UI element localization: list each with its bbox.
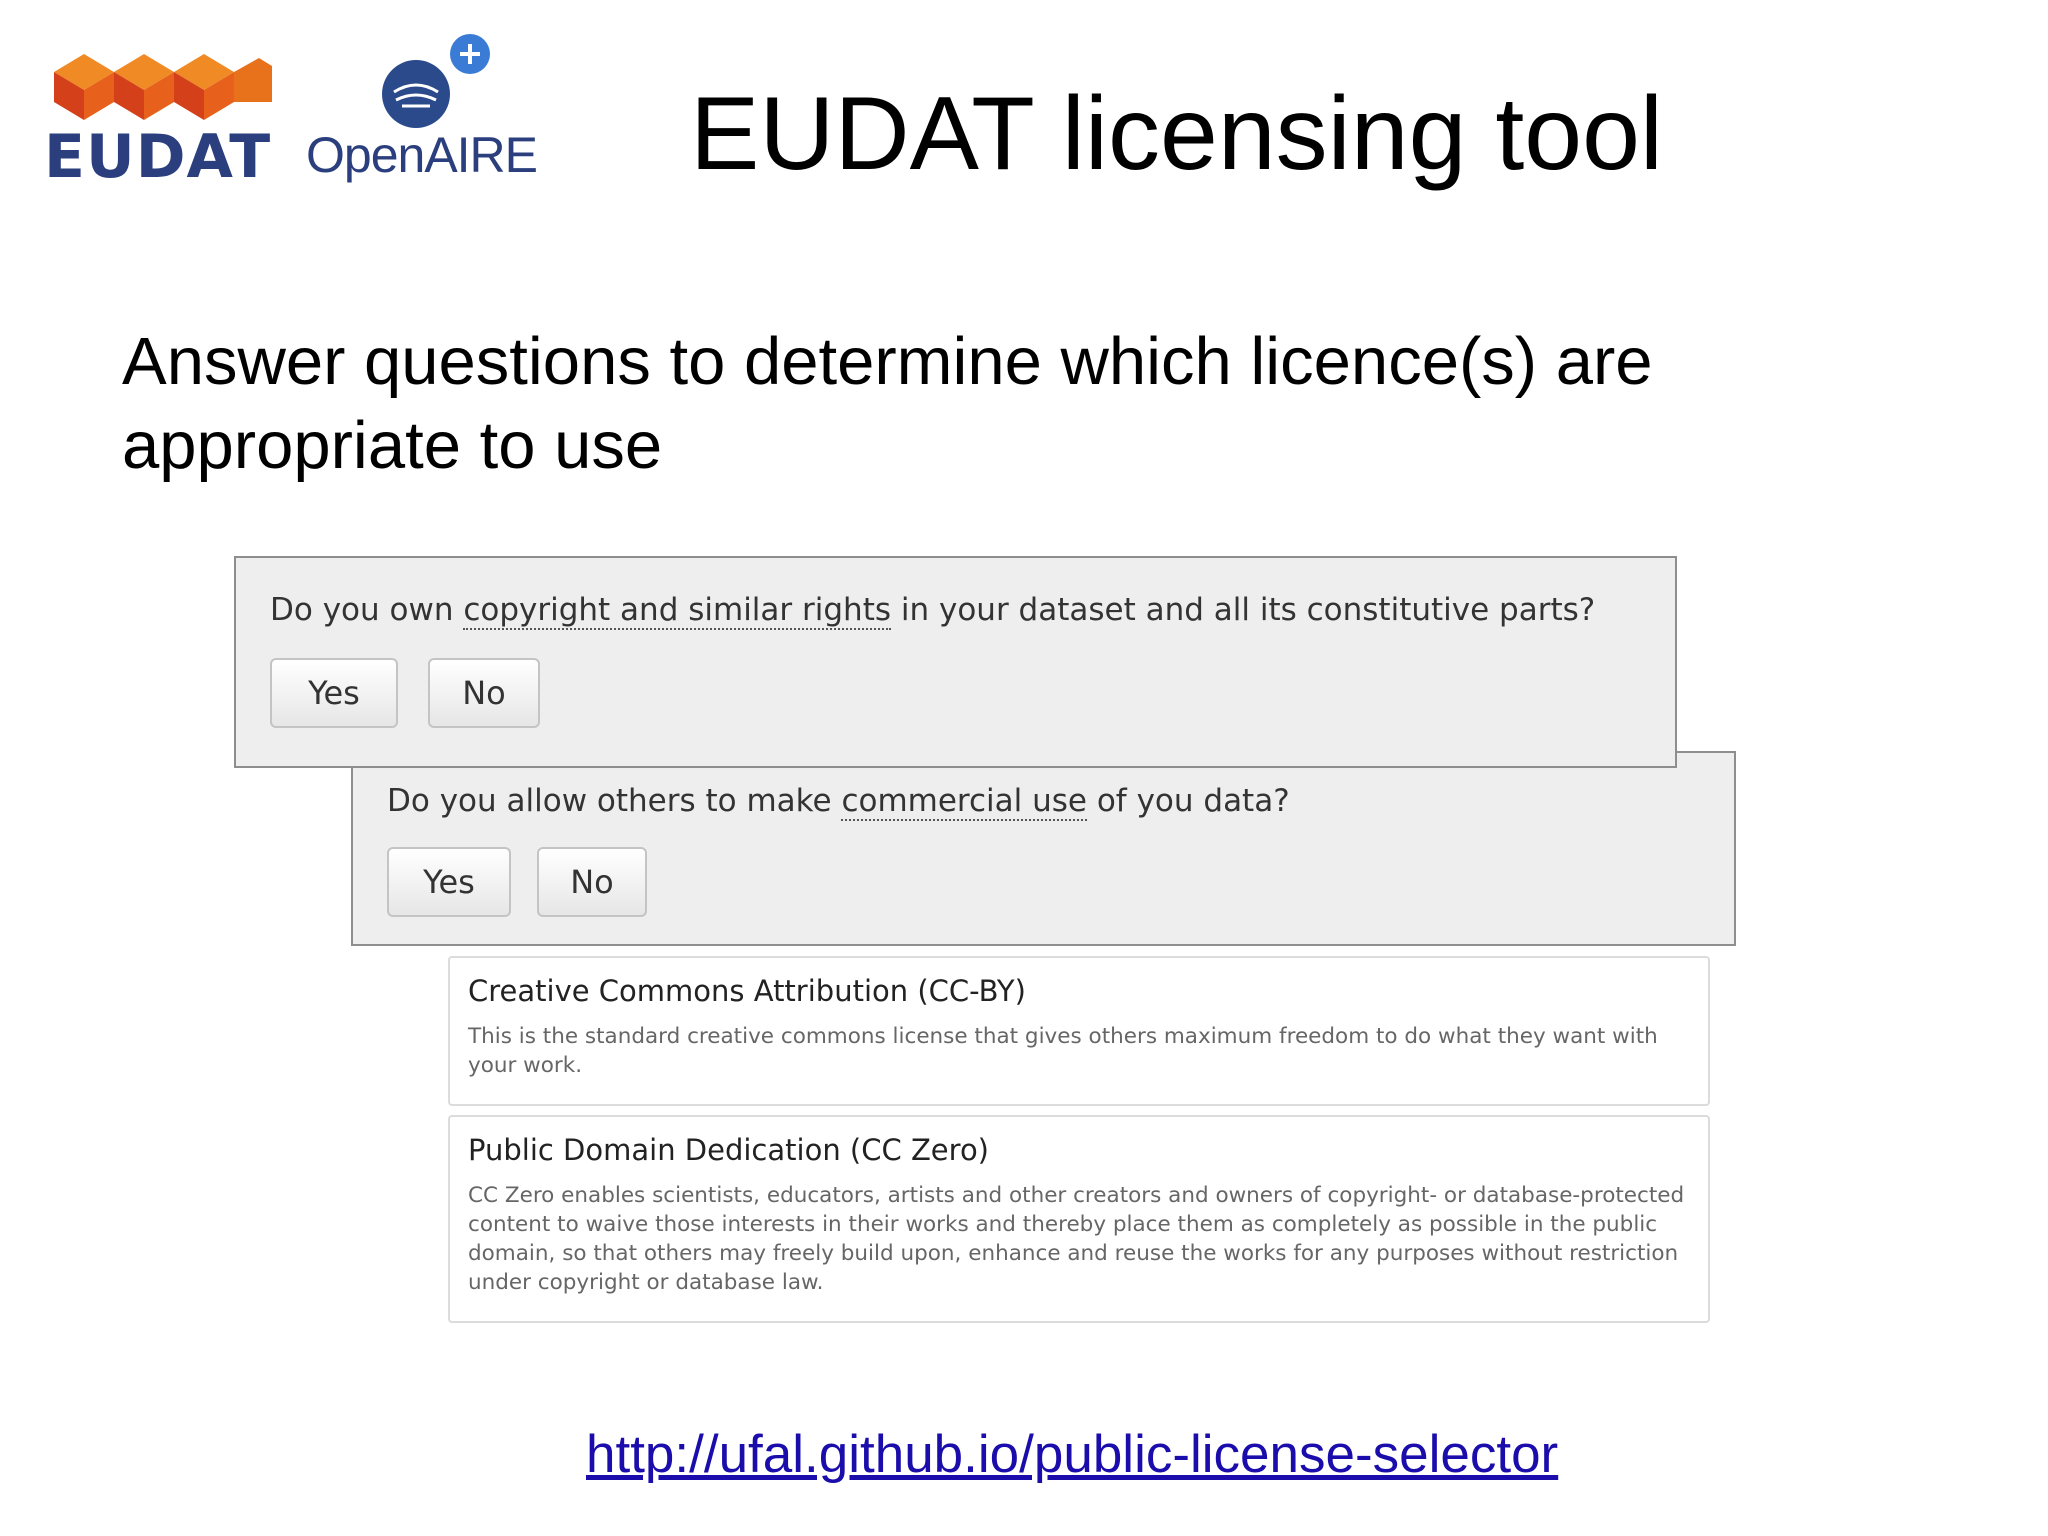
- license-title: Creative Commons Attribution (CC-BY): [468, 974, 1026, 1008]
- eudat-logo: EUDAT: [44, 42, 284, 192]
- question-prefix: Do you own: [270, 592, 464, 628]
- question-text: Do you allow others to make commercial u…: [387, 783, 1290, 821]
- no-button[interactable]: No: [428, 658, 540, 728]
- slide-subtitle: Answer questions to determine which lice…: [122, 324, 1653, 483]
- license-title: Public Domain Dedication (CC Zero): [468, 1133, 989, 1167]
- question-suffix: of you data?: [1086, 783, 1290, 819]
- openaire-globe-icon: [382, 34, 490, 128]
- license-card-cc-by[interactable]: Creative Commons Attribution (CC-BY) Thi…: [448, 956, 1710, 1106]
- question-suffix: in your dataset and all its constitutive…: [891, 592, 1596, 628]
- openaire-logo: OpenAIRE: [306, 30, 538, 190]
- license-description: CC Zero enables scientists, educators, a…: [468, 1183, 1685, 1295]
- question-panel-commercial: Do you allow others to make commercial u…: [351, 751, 1736, 946]
- eudat-logo-text: EUDAT: [44, 122, 272, 192]
- yes-button[interactable]: Yes: [387, 847, 511, 917]
- term-commercial-use-link[interactable]: commercial use: [841, 783, 1087, 821]
- question-text: Do you own copyright and similar rights …: [270, 592, 1596, 630]
- openaire-logo-text: OpenAIRE: [306, 127, 538, 183]
- yes-button[interactable]: Yes: [270, 658, 398, 728]
- no-button[interactable]: No: [537, 847, 647, 917]
- question-panel-copyright: Do you own copyright and similar rights …: [234, 556, 1677, 768]
- license-selector-link[interactable]: http://ufal.github.io/public-license-sel…: [586, 1424, 1558, 1485]
- term-copyright-link[interactable]: copyright and similar rights: [463, 592, 892, 630]
- eudat-cubes-icon: [54, 54, 272, 120]
- license-card-cc-zero[interactable]: Public Domain Dedication (CC Zero) CC Ze…: [448, 1115, 1710, 1323]
- license-description: This is the standard creative commons li…: [468, 1024, 1658, 1078]
- question-prefix: Do you allow others to make: [387, 783, 842, 819]
- slide-title: EUDAT licensing tool: [690, 76, 1664, 192]
